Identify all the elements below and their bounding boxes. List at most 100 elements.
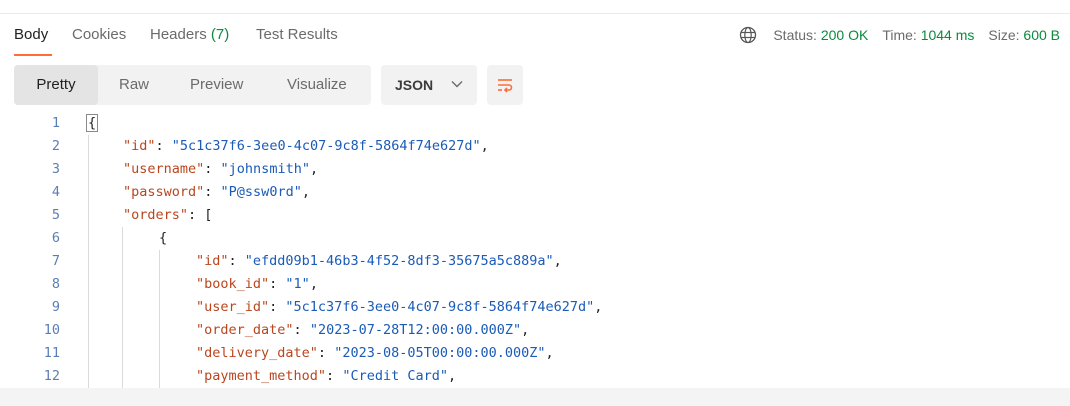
code-line-content: "username": "johnsmith", xyxy=(123,158,318,181)
code-line: 6{ xyxy=(0,227,1070,250)
json-punctuation: : xyxy=(326,368,343,384)
line-number: 9 xyxy=(51,299,60,315)
code-line-content: { xyxy=(86,112,99,135)
json-key: "username" xyxy=(123,161,205,177)
json-string: "1" xyxy=(285,276,310,292)
json-punctuation: : xyxy=(269,276,286,292)
code-line-content: { xyxy=(159,227,167,250)
json-punctuation: , xyxy=(480,138,489,154)
format-selected-value: JSON xyxy=(395,77,434,93)
json-punctuation: , xyxy=(309,161,319,177)
code-line: 9 "user_id": "5c1c37f6-3ee0-4c07-9c8f-586… xyxy=(0,296,1070,319)
time-label: Time: xyxy=(882,27,917,43)
chevron-down-icon xyxy=(451,81,463,88)
json-key: "id" xyxy=(196,253,229,269)
json-string: "5c1c37f6-3ee0-4c07-9c8f-5864f74e627d" xyxy=(171,138,481,154)
preview-button[interactable]: Preview xyxy=(190,65,243,105)
code-line-content: "id": "efdd09b1-46b3-4f52-8df3-35675a5c8… xyxy=(196,250,562,273)
active-tab-indicator xyxy=(14,54,52,56)
line-number: 11 xyxy=(43,345,60,361)
json-punctuation: , xyxy=(521,322,530,338)
pretty-button[interactable]: Pretty xyxy=(14,65,98,105)
json-punctuation: , xyxy=(545,345,554,361)
line-number: 10 xyxy=(43,322,60,338)
line-number: 7 xyxy=(51,253,60,269)
code-line: 5 "orders": [ xyxy=(0,204,1070,227)
json-key: "id" xyxy=(123,138,156,154)
size-indicator[interactable]: Size: 600 B xyxy=(988,27,1060,43)
json-string: "2023-07-28T12:00:00.000Z" xyxy=(309,322,522,338)
code-line-content: "user_id": "5c1c37f6-3ee0-4c07-9c8f-5864… xyxy=(196,296,602,319)
json-punctuation: : xyxy=(293,322,310,338)
tab-body[interactable]: Body xyxy=(14,26,48,43)
code-line: 7 "id": "efdd09b1-46b3-4f52-8df3-35675a5c… xyxy=(0,250,1070,273)
format-dropdown[interactable]: JSON xyxy=(381,65,477,105)
code-line-content: "order_date": "2023-07-28T12:00:00.000Z"… xyxy=(196,319,529,342)
line-number: 3 xyxy=(51,161,60,177)
code-line-content: "book_id": "1", xyxy=(196,273,318,296)
line-number: 2 xyxy=(51,138,60,154)
code-line: 2 "id": "5c1c37f6-3ee0-4c07-9c8f-5864f74e… xyxy=(0,135,1070,158)
tab-test-results[interactable]: Test Results xyxy=(256,26,338,43)
json-string: "efdd09b1-46b3-4f52-8df3-35675a5c889a" xyxy=(244,253,554,269)
visualize-button[interactable]: Visualize xyxy=(287,65,347,105)
json-punctuation: { xyxy=(86,114,99,132)
json-punctuation: : xyxy=(155,138,172,154)
tab-headers-label: Headers xyxy=(150,26,207,43)
time-value: 1044 ms xyxy=(920,27,975,43)
response-body-code[interactable]: 1{2 "id": "5c1c37f6-3ee0-4c07-9c8f-5864f7… xyxy=(0,112,1070,388)
response-tab-bar: Body Cookies Headers (7) Test Results St… xyxy=(0,14,1070,58)
status-indicator[interactable]: Status: 200 OK xyxy=(773,27,868,43)
json-punctuation: : xyxy=(269,299,286,315)
line-number: 4 xyxy=(51,184,60,200)
json-key: "book_id" xyxy=(196,276,270,292)
tab-cookies[interactable]: Cookies xyxy=(72,26,126,43)
json-punctuation: : xyxy=(204,161,221,177)
status-label: Status: xyxy=(773,27,817,43)
globe-icon[interactable] xyxy=(739,26,757,44)
json-punctuation: { xyxy=(159,230,168,246)
tab-headers[interactable]: Headers (7) xyxy=(150,26,229,43)
view-mode-group: Pretty Raw Preview Visualize xyxy=(14,65,371,105)
json-punctuation: : [ xyxy=(188,207,213,223)
code-line: 8 "book_id": "1", xyxy=(0,273,1070,296)
code-line: 3 "username": "johnsmith", xyxy=(0,158,1070,181)
code-line-content: "id": "5c1c37f6-3ee0-4c07-9c8f-5864f74e6… xyxy=(123,135,489,158)
top-divider xyxy=(0,0,1070,14)
wrap-lines-button[interactable] xyxy=(487,65,523,105)
raw-button[interactable]: Raw xyxy=(119,65,149,105)
line-number: 12 xyxy=(43,368,60,384)
json-key: "orders" xyxy=(123,207,189,223)
code-line: 10 "order_date": "2023-07-28T12:00:00.000… xyxy=(0,319,1070,342)
code-line: 4 "password": "P@ssw0rd", xyxy=(0,181,1070,204)
bottom-panel-edge xyxy=(0,388,1070,406)
json-punctuation: : xyxy=(204,184,221,200)
json-key: "order_date" xyxy=(196,322,294,338)
json-key: "password" xyxy=(123,184,205,200)
status-value: 200 OK xyxy=(820,27,869,43)
size-label: Size: xyxy=(988,27,1020,43)
line-number: 1 xyxy=(51,115,60,131)
json-punctuation: , xyxy=(309,276,318,292)
line-number: 5 xyxy=(51,207,60,223)
line-number: 8 xyxy=(51,276,60,292)
json-key: "payment_method" xyxy=(196,368,327,384)
code-line-content: "orders": [ xyxy=(123,204,212,227)
json-string: "5c1c37f6-3ee0-4c07-9c8f-5864f74e627d" xyxy=(285,299,595,315)
code-line: 1{ xyxy=(0,112,1070,135)
code-line: 11 "delivery_date": "2023-08-05T00:00:00.… xyxy=(0,342,1070,365)
json-punctuation: : xyxy=(228,253,245,269)
json-key: "user_id" xyxy=(196,299,270,315)
json-key: "delivery_date" xyxy=(196,345,318,361)
code-line-content: "delivery_date": "2023-08-05T00:00:00.00… xyxy=(196,342,554,365)
time-indicator[interactable]: Time: 1044 ms xyxy=(882,27,974,43)
line-number: 6 xyxy=(51,230,60,246)
json-punctuation: , xyxy=(447,368,457,384)
json-string: "johnsmith" xyxy=(220,161,310,177)
wrap-lines-icon xyxy=(498,79,513,93)
json-punctuation: , xyxy=(301,184,310,200)
headers-count-badge: (7) xyxy=(210,26,230,43)
json-string: "Credit Card" xyxy=(342,368,448,384)
json-string: "P@ssw0rd" xyxy=(220,184,302,200)
size-value: 600 B xyxy=(1023,27,1060,43)
